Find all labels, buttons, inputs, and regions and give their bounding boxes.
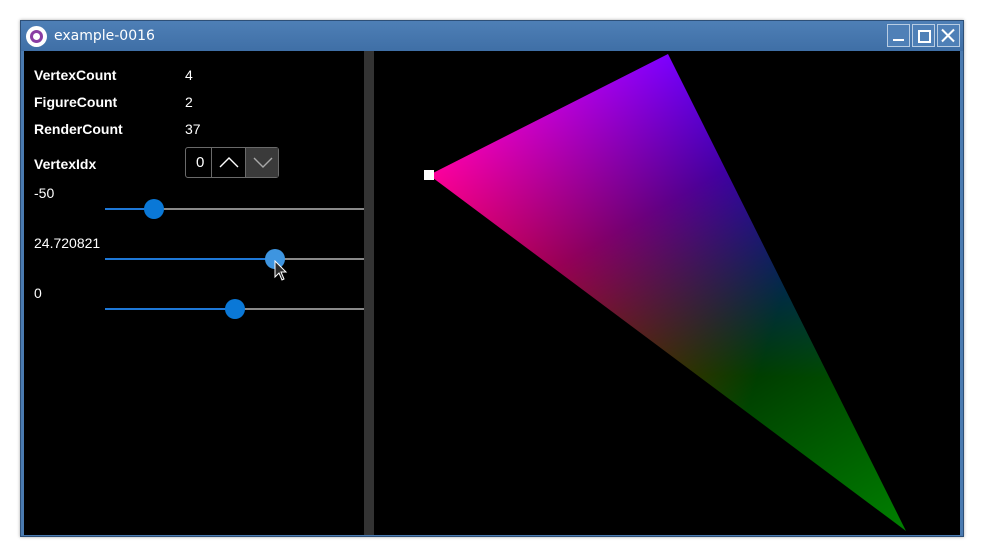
triangle-figure	[424, 54, 906, 531]
x-slider-thumb[interactable]	[144, 199, 165, 219]
chevron-up-icon	[219, 157, 239, 168]
chevron-down-icon	[253, 157, 273, 168]
render-count-label: RenderCount	[34, 121, 123, 137]
app-window: example-0016 VertexCount 4 FigureCount 2…	[20, 20, 964, 537]
vertex-idx-value[interactable]: 0	[196, 154, 204, 171]
maximize-button[interactable]	[912, 24, 935, 47]
z-slider-fill	[105, 308, 235, 310]
vertex-count-value: 4	[185, 67, 193, 83]
window-title: example-0016	[54, 28, 155, 44]
render-count-value: 37	[185, 121, 201, 137]
control-panel: VertexCount 4 FigureCount 2 RenderCount …	[24, 51, 364, 535]
panel-splitter[interactable]	[364, 51, 374, 535]
render-canvas[interactable]	[374, 51, 960, 535]
app-logo-icon	[26, 26, 47, 47]
triangle-green-shading	[429, 54, 906, 531]
vertex-idx-label: VertexIdx	[34, 156, 97, 172]
mouse-pointer-icon	[274, 260, 288, 281]
vertex-count-label: VertexCount	[34, 67, 117, 83]
close-icon	[938, 25, 959, 46]
decrement-button[interactable]	[245, 148, 278, 177]
increment-button[interactable]	[211, 148, 245, 177]
z-slider[interactable]	[105, 299, 364, 319]
selected-vertex-handle[interactable]	[424, 170, 434, 180]
client-area: VertexCount 4 FigureCount 2 RenderCount …	[24, 51, 960, 535]
z-slider-value: 0	[34, 285, 42, 301]
minimize-button[interactable]	[887, 24, 910, 47]
y-slider-value: 24.720821	[34, 235, 101, 251]
title-bar[interactable]: example-0016	[21, 21, 963, 51]
y-slider[interactable]	[105, 249, 364, 269]
y-slider-fill	[105, 258, 275, 260]
figure-count-label: FigureCount	[34, 94, 118, 110]
x-slider-value: -50	[34, 185, 55, 201]
x-slider[interactable]	[105, 199, 364, 219]
figure-count-value: 2	[185, 94, 193, 110]
vertex-idx-spinner[interactable]: 0	[185, 147, 279, 178]
close-button[interactable]	[937, 24, 960, 47]
z-slider-thumb[interactable]	[224, 299, 245, 319]
